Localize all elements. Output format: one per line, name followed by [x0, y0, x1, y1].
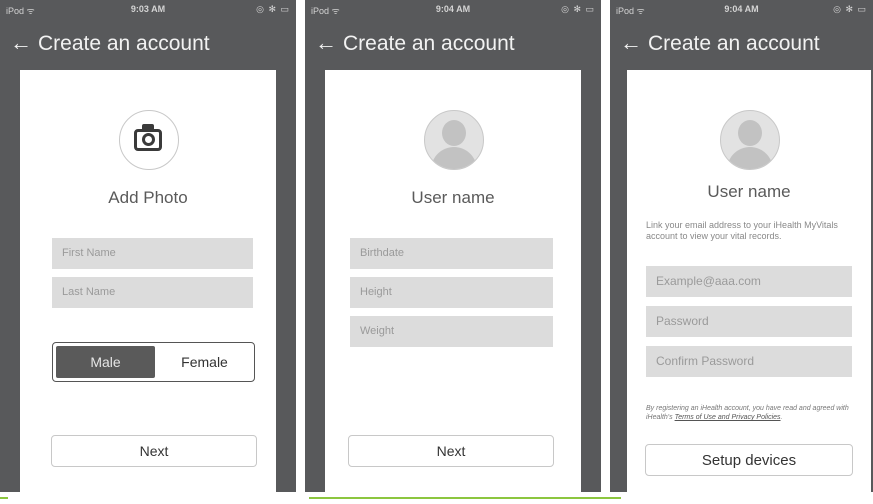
screen-link-email: iPod ᯤ 9:04 AM ◎ ✻ ▭ ← Create an account … [610, 0, 873, 492]
form-card: Add Photo First Name Last Name Male Fema… [20, 70, 276, 492]
arrow-left-icon[interactable]: ← [10, 30, 38, 56]
first-name-field[interactable]: First Name [52, 238, 253, 269]
camera-icon[interactable] [119, 110, 179, 170]
accent-line [309, 497, 621, 499]
status-icons: ◎ ✻ ▭ [561, 4, 595, 14]
status-time: 9:03 AM [130, 4, 166, 14]
weight-field[interactable]: Weight [350, 316, 553, 347]
screen-add-photo: iPod ᯤ 9:03 AM ◎ ✻ ▭ ← Create an account … [0, 0, 296, 492]
last-name-field[interactable]: Last Name [52, 277, 253, 308]
form-card: User name Birthdate Height Weight Next [325, 70, 581, 492]
add-photo-label: Add Photo [108, 188, 188, 207]
next-button[interactable]: Next [51, 435, 257, 467]
legal-suffix: . [780, 414, 783, 421]
gender-option-female[interactable]: Female [155, 343, 254, 381]
status-time: 9:04 AM [435, 4, 471, 14]
status-bar: iPod ᯤ 9:04 AM ◎ ✻ ▭ [610, 0, 873, 20]
page-title: Create an account [648, 32, 820, 55]
page-title: Create an account [343, 32, 515, 55]
user-name-label: User name [707, 182, 791, 201]
link-account-description: Link your email address to your iHealth … [646, 220, 838, 241]
user-avatar-icon [424, 110, 484, 170]
gender-option-male[interactable]: Male [56, 346, 155, 378]
user-name-label: User name [411, 188, 495, 207]
form-card: User name Link your email address to you… [627, 70, 871, 492]
status-bar: iPod ᯤ 9:04 AM ◎ ✻ ▭ [305, 0, 601, 20]
email-field[interactable]: Example@aaa.com [646, 266, 852, 297]
legal-notice: By registering an iHealth account, you h… [646, 404, 858, 422]
accent-line [0, 497, 8, 499]
page-title: Create an account [38, 32, 210, 55]
height-field[interactable]: Height [350, 277, 553, 308]
nav-bar: ← Create an account [10, 30, 290, 60]
nav-bar: ← Create an account [315, 30, 595, 60]
arrow-left-icon[interactable]: ← [620, 30, 648, 56]
status-bar: iPod ᯤ 9:03 AM ◎ ✻ ▭ [0, 0, 296, 20]
screen-body-info: iPod ᯤ 9:04 AM ◎ ✻ ▭ ← Create an account … [305, 0, 601, 492]
nav-bar: ← Create an account [620, 30, 867, 60]
gender-selector: Male Female [52, 342, 255, 382]
terms-link[interactable]: Terms of Use and Privacy Policies [675, 414, 781, 421]
next-button[interactable]: Next [348, 435, 554, 467]
arrow-left-icon[interactable]: ← [315, 30, 343, 56]
birthdate-field[interactable]: Birthdate [350, 238, 553, 269]
password-field[interactable]: Password [646, 306, 852, 337]
status-icons: ◎ ✻ ▭ [256, 4, 290, 14]
setup-devices-button[interactable]: Setup devices [645, 444, 853, 476]
user-avatar-icon [720, 110, 780, 170]
confirm-password-field[interactable]: Confirm Password [646, 346, 852, 377]
status-icons: ◎ ✻ ▭ [833, 4, 867, 14]
